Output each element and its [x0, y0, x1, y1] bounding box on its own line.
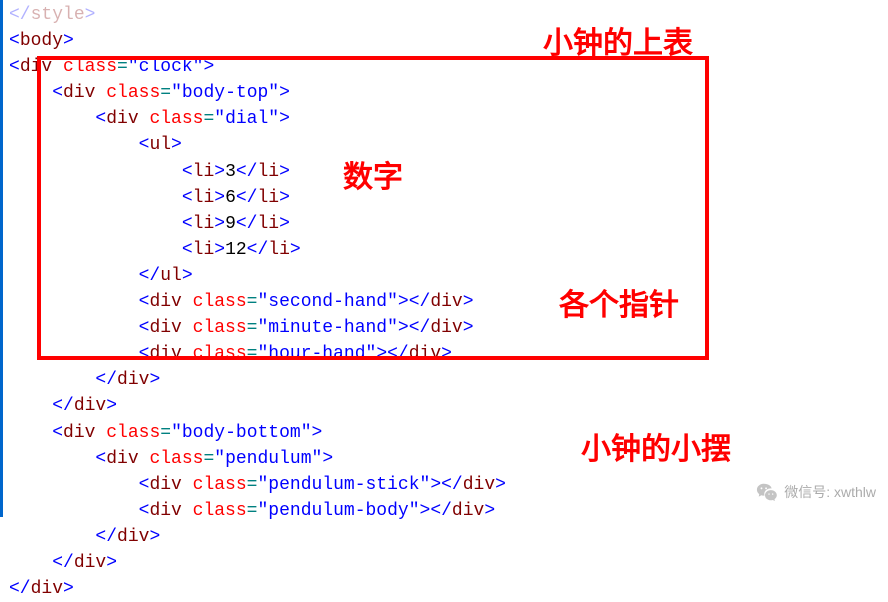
annotation-pendulum-label: 小钟的小摆 — [581, 428, 731, 472]
code-line: <div class="second-hand"></div> — [9, 289, 888, 315]
code-line: <div class="clock"> — [9, 54, 888, 80]
annotation-top-label: 小钟的上表 — [543, 22, 693, 66]
code-line: <li>6</li> — [9, 185, 888, 211]
code-line: </div> — [9, 576, 888, 602]
code-line: </ul> — [9, 263, 888, 289]
code-line: </div> — [9, 524, 888, 550]
wechat-watermark: 微信号: xwthlw — [756, 481, 876, 503]
wechat-label: 微信号: xwthlw — [784, 482, 876, 502]
code-line: <ul> — [9, 132, 888, 158]
code-line: <div class="pendulum"> — [9, 446, 888, 472]
code-line: </div> — [9, 550, 888, 576]
code-line: <div class="body-top"> — [9, 80, 888, 106]
code-line: <li>3</li> — [9, 159, 888, 185]
code-line: <div class="minute-hand"></div> — [9, 315, 888, 341]
code-block: </style> <body> <div class="clock"> <div… — [9, 2, 888, 602]
code-line: </div> — [9, 367, 888, 393]
code-line: <li>12</li> — [9, 237, 888, 263]
code-line: <div class="dial"> — [9, 106, 888, 132]
annotation-hands-label: 各个指针 — [559, 284, 679, 328]
wechat-icon — [756, 481, 778, 503]
code-line: <body> — [9, 28, 888, 54]
code-line: <li>9</li> — [9, 211, 888, 237]
code-line: </style> — [9, 2, 888, 28]
code-line: <div class="body-bottom"> — [9, 420, 888, 446]
code-line: </div> — [9, 393, 888, 419]
code-line: <div class="hour-hand"></div> — [9, 341, 888, 367]
annotation-digits-label: 数字 — [343, 156, 403, 200]
